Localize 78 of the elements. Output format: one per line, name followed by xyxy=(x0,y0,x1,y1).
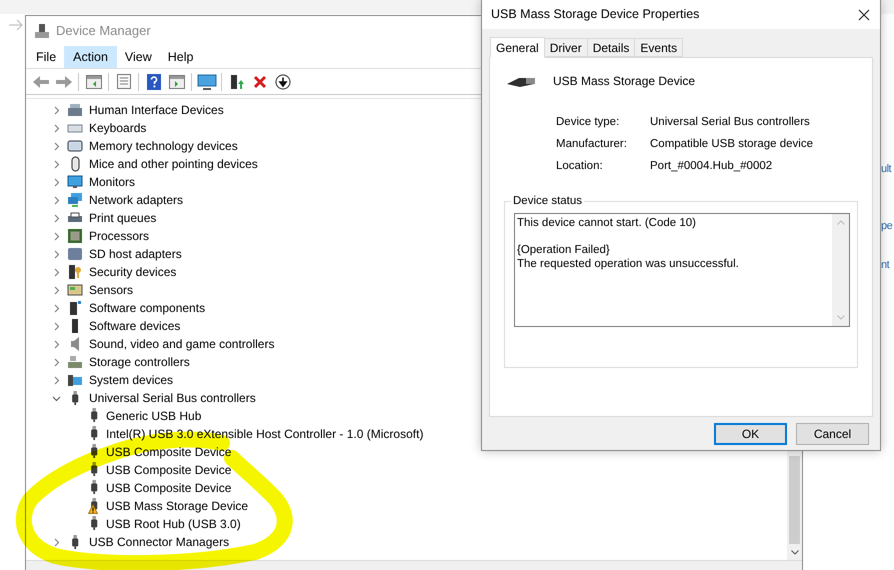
property-value: Universal Serial Bus controllers xyxy=(650,115,810,130)
card-icon xyxy=(67,138,83,154)
cross-icon xyxy=(252,74,266,88)
tree-item[interactable]: Monitors xyxy=(89,173,136,191)
tree-item[interactable]: Mice and other pointing devices xyxy=(89,155,258,173)
tower-icon xyxy=(228,74,244,90)
tree-item[interactable]: Sensors xyxy=(89,281,134,299)
status-text: {Operation Failed} xyxy=(517,243,611,257)
background-text: ult xyxy=(881,162,892,176)
tab[interactable]: Details xyxy=(586,38,636,57)
collapse-chevron-icon[interactable] xyxy=(52,394,61,402)
usb-plug-icon xyxy=(90,480,98,494)
forward-arrow-icon xyxy=(8,19,24,31)
tree-item[interactable]: USB Mass Storage Device xyxy=(106,497,248,515)
tree-item[interactable]: Software devices xyxy=(89,317,180,335)
usb-plug-icon xyxy=(90,426,98,440)
computer-icon xyxy=(67,372,83,388)
monitor-icon xyxy=(196,74,216,90)
property-value: Compatible USB storage device xyxy=(650,137,813,152)
document-icon xyxy=(116,74,130,89)
card-icon xyxy=(67,246,83,262)
help-icon xyxy=(146,74,160,90)
tree-item[interactable]: Network adapters xyxy=(89,191,184,209)
tab[interactable]: Events xyxy=(634,38,684,57)
property-value: Port_#0004.Hub_#0002 xyxy=(650,159,772,174)
tab[interactable]: Driver xyxy=(544,38,588,57)
tree-item[interactable]: USB Root Hub (USB 3.0) xyxy=(106,515,241,533)
tree-item[interactable]: Universal Serial Bus controllers xyxy=(89,389,256,407)
back-arrow-icon xyxy=(32,74,50,88)
tree-item[interactable]: Storage controllers xyxy=(89,353,190,371)
panel-icon xyxy=(168,74,184,88)
tab[interactable]: General xyxy=(490,37,545,58)
tree-item[interactable]: USB Composite Device xyxy=(106,461,232,479)
dialog-button[interactable]: OK xyxy=(714,423,787,445)
monitor-icon xyxy=(67,174,83,190)
network-icon xyxy=(67,192,83,208)
forward-arrow-icon xyxy=(54,74,72,88)
status-text: The requested operation was unsuccessful. xyxy=(517,257,740,271)
close-icon[interactable] xyxy=(858,8,870,20)
background-text: nt xyxy=(881,258,890,272)
scroll-down-icon[interactable] xyxy=(790,550,798,554)
tree-item[interactable]: System devices xyxy=(89,371,174,389)
window-title: Device Manager xyxy=(56,22,151,40)
tree-item[interactable]: Print queues xyxy=(89,209,156,227)
tree-item[interactable]: Software components xyxy=(89,299,206,317)
usb-plug-icon xyxy=(90,408,98,422)
tree-item[interactable]: Generic USB Hub xyxy=(106,407,202,425)
tree-item[interactable]: Keyboards xyxy=(89,119,146,137)
device-name: USB Mass Storage Device xyxy=(553,73,696,90)
dialog-button[interactable]: Cancel xyxy=(796,423,869,445)
expand-chevron-icon[interactable] xyxy=(52,538,61,546)
tower-icon xyxy=(67,300,83,316)
tree-item[interactable]: SD host adapters xyxy=(89,245,182,263)
status-text: This device cannot start. (Code 10) xyxy=(517,216,697,230)
property-label: Device type: xyxy=(556,115,620,130)
property-label: Location: xyxy=(556,159,604,174)
usb-plug-icon xyxy=(70,535,80,549)
processor-icon xyxy=(67,228,83,244)
panel-icon xyxy=(86,74,102,88)
usb-plug-icon xyxy=(70,391,80,405)
storage-icon xyxy=(67,354,83,370)
tree-item[interactable]: USB Connector Managers xyxy=(89,533,230,551)
tree-item[interactable]: Security devices xyxy=(89,263,176,281)
background-text: pe xyxy=(881,219,892,233)
tree-item[interactable]: Sound, video and game controllers xyxy=(89,335,274,353)
key-icon xyxy=(67,264,83,280)
tree-item[interactable]: Human Interface Devices xyxy=(89,101,224,119)
tree-item[interactable]: USB Composite Device xyxy=(106,479,232,497)
menu-item[interactable]: View xyxy=(116,46,160,68)
dialog-title: USB Mass Storage Device Properties xyxy=(491,6,700,24)
sensor-icon xyxy=(67,282,83,298)
usb-plug-icon xyxy=(90,516,98,530)
menu-item[interactable]: Action xyxy=(64,46,117,68)
tree-item[interactable]: Processors xyxy=(89,227,150,245)
menu-item[interactable]: Help xyxy=(160,46,202,68)
tree-item[interactable]: Memory technology devices xyxy=(89,137,238,155)
property-label: Manufacturer: xyxy=(556,137,628,152)
menu-item[interactable]: File xyxy=(28,46,64,68)
